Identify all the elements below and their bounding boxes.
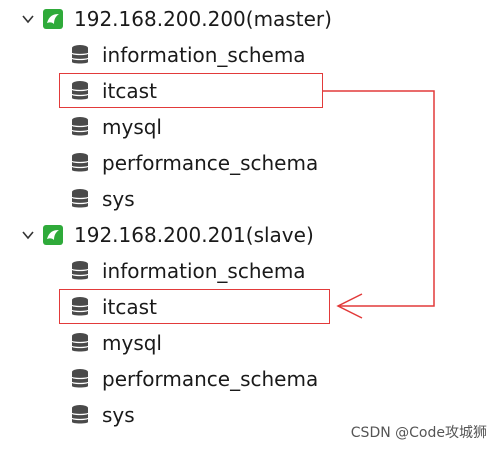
connection-label: 192.168.200.201(slave) <box>74 223 314 247</box>
database-icon <box>71 405 89 424</box>
database-item[interactable]: mysql <box>70 328 162 358</box>
database-label: mysql <box>102 115 162 139</box>
database-item[interactable]: sys <box>70 184 135 214</box>
watermark: CSDN @Code攻城狮 <box>350 425 487 441</box>
navicat-connection-tree: 192.168.200.200(master) information_sche… <box>0 0 501 452</box>
database-icon <box>71 261 89 280</box>
database-item[interactable]: performance_schema <box>70 148 318 178</box>
database-icon <box>71 153 89 172</box>
highlight-box-slave-itcast <box>59 289 330 324</box>
database-item[interactable]: performance_schema <box>70 364 318 394</box>
database-item[interactable]: information_schema <box>70 40 306 70</box>
database-item[interactable]: information_schema <box>70 256 306 286</box>
connection-label: 192.168.200.200(master) <box>74 7 332 31</box>
database-label: performance_schema <box>102 151 319 175</box>
chevron-down-icon[interactable] <box>20 11 36 27</box>
database-icon <box>71 117 89 136</box>
database-icon <box>71 333 89 352</box>
mysql-connection-icon <box>43 9 63 29</box>
database-item[interactable]: mysql <box>70 112 162 142</box>
database-label: sys <box>102 403 135 427</box>
database-label: performance_schema <box>102 367 319 391</box>
database-label: mysql <box>102 331 162 355</box>
database-icon <box>71 369 89 388</box>
chevron-down-icon[interactable] <box>20 227 36 243</box>
database-label: information_schema <box>102 43 306 67</box>
database-item[interactable]: sys <box>70 400 135 430</box>
connection-slave[interactable]: 192.168.200.201(slave) <box>20 220 314 250</box>
database-icon <box>71 45 89 64</box>
connection-master[interactable]: 192.168.200.200(master) <box>20 4 332 34</box>
mysql-connection-icon <box>43 225 63 245</box>
highlight-box-master-itcast <box>59 73 323 108</box>
database-label: information_schema <box>102 259 306 283</box>
database-icon <box>71 189 89 208</box>
database-label: sys <box>102 187 135 211</box>
